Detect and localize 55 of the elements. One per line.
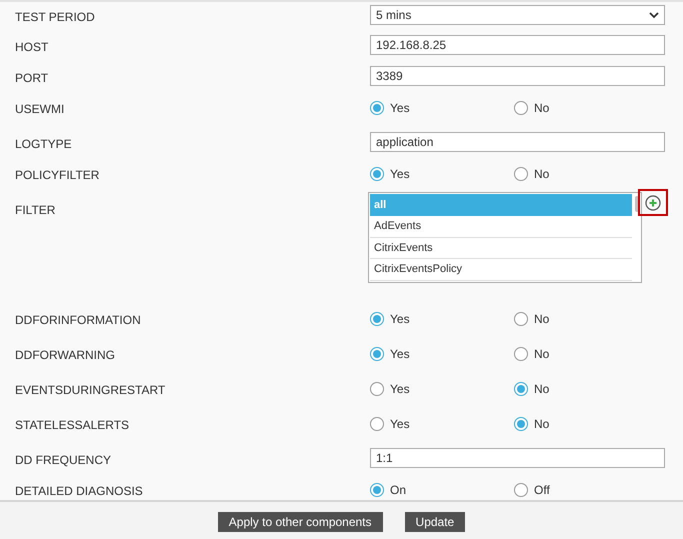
plus-circle-icon [645, 194, 661, 210]
radio-label: No [534, 166, 550, 183]
field-label: POLICYFILTER [15, 167, 100, 183]
chevron-down-icon [649, 11, 659, 19]
radio-label: No [534, 311, 550, 328]
action-button[interactable]: Apply to other components [218, 512, 383, 532]
field-label: STATELESSALERTS [15, 417, 130, 433]
radio-button[interactable] [370, 312, 384, 326]
radio-label: No [534, 381, 550, 398]
radio-button[interactable] [514, 382, 528, 396]
radio-label: Yes [390, 100, 410, 117]
radio-button[interactable] [370, 382, 384, 396]
radio-button[interactable] [514, 312, 528, 326]
radio-label: Yes [390, 166, 410, 183]
radio-label: No [534, 416, 550, 433]
scrollbar-thumb[interactable] [635, 196, 639, 212]
list-item[interactable]: CitrixEvents [370, 238, 632, 259]
field-label: HOST [15, 39, 48, 55]
radio-button[interactable] [514, 417, 528, 431]
radio-label: Yes [390, 346, 410, 363]
radio-label: No [534, 100, 550, 117]
radio-button[interactable] [370, 101, 384, 115]
input-field[interactable]: 192.168.8.25 [370, 35, 665, 55]
radio-button[interactable] [514, 483, 528, 497]
field-label: TEST PERIOD [15, 9, 95, 25]
radio-label: No [534, 346, 550, 363]
radio-button[interactable] [370, 483, 384, 497]
radio-button[interactable] [370, 167, 384, 181]
dropdown[interactable]: 5 mins [370, 5, 665, 25]
input-field[interactable]: 1:1 [370, 448, 665, 468]
field-label: DDFORWARNING [15, 347, 115, 363]
field-label: DETAILED DIAGNOSIS [15, 483, 143, 499]
field-label: EVENTSDURINGRESTART [15, 382, 166, 398]
radio-button[interactable] [370, 347, 384, 361]
field-label: DD FREQUENCY [15, 452, 112, 468]
radio-label: Off [534, 482, 550, 499]
field-label: USEWMI [15, 101, 64, 117]
radio-label: Yes [390, 311, 410, 328]
radio-label: Yes [390, 416, 410, 433]
add-button[interactable] [638, 189, 668, 216]
radio-button[interactable] [514, 167, 528, 181]
radio-button[interactable] [514, 101, 528, 115]
radio-label: Yes [390, 381, 410, 398]
input-field[interactable]: 3389 [370, 66, 665, 86]
field-label: DDFORINFORMATION [15, 312, 141, 328]
field-label: PORT [15, 70, 48, 86]
field-label: LOGTYPE [15, 136, 72, 152]
radio-button[interactable] [370, 417, 384, 431]
radio-label: On [390, 482, 406, 499]
action-button[interactable]: Update [404, 512, 466, 532]
list-item[interactable]: AdEvents [370, 216, 632, 238]
input-field[interactable]: application [370, 132, 665, 152]
list-item[interactable]: CitrixEventsPolicy [370, 259, 632, 280]
radio-button[interactable] [514, 347, 528, 361]
field-label: FILTER [15, 202, 56, 218]
